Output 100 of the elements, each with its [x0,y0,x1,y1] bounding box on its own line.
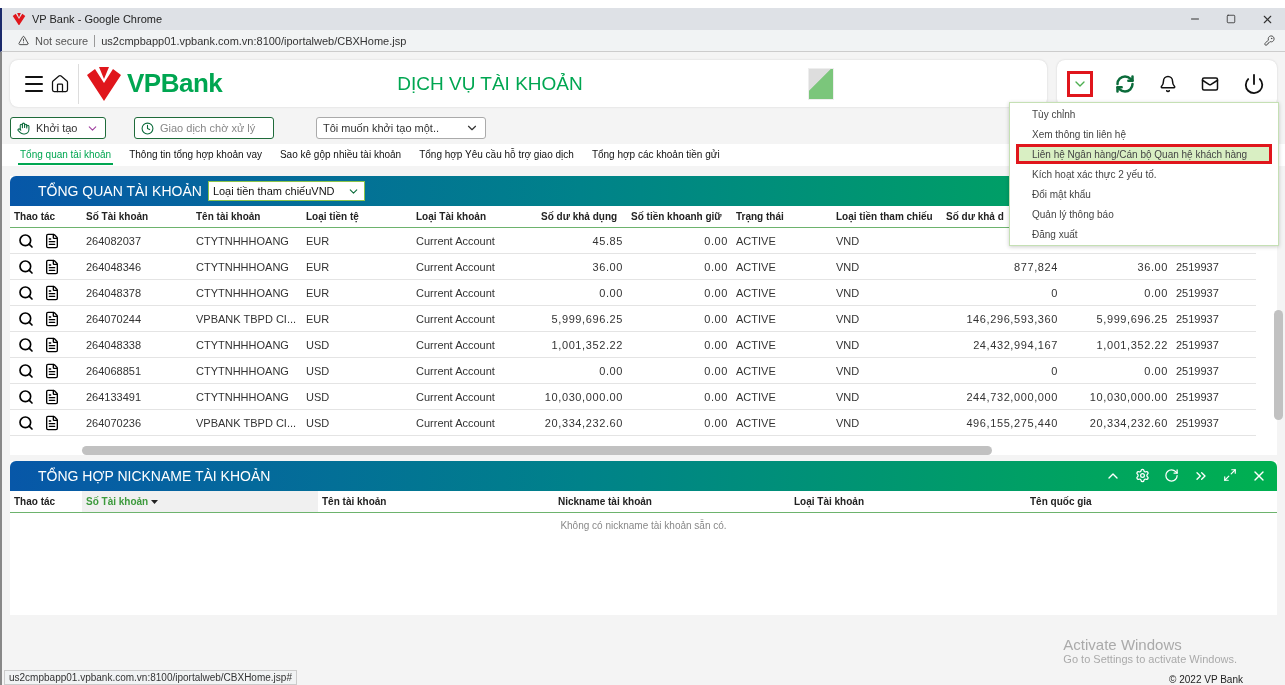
tab[interactable]: Tổng hợp các khoản tiền gửi [589,145,722,165]
table-cell: VND [832,280,942,306]
table-cell: VPBANK TBPD CI... [192,306,302,332]
search-icon[interactable] [18,362,34,379]
menu-item[interactable]: Kích hoạt xác thực 2 yếu tố. [1010,164,1278,184]
document-icon[interactable] [44,388,60,405]
create-select[interactable]: Tôi muốn khởi tạo một.. [316,117,486,139]
column-header: Tên tài khoản [192,206,302,228]
table-cell: 5,999,696.25 [1062,306,1172,332]
column-header[interactable]: Tên tài khoản [318,491,554,513]
search-icon[interactable] [18,388,34,405]
table-cell: 264048378 [82,280,192,306]
document-icon[interactable] [44,362,60,379]
home-icon [50,73,70,94]
table-cell: EUR [302,280,412,306]
table-cell: 264070244 [82,306,192,332]
column-header[interactable]: Loại Tài khoản [790,491,1026,513]
table-cell: 2519937 [1172,332,1256,358]
maximize-icon [1226,14,1236,24]
table-cell: 2519937 [1172,384,1256,410]
status-url: us2cmpbapp01.vpbank.com.vn:8100/iportalweb/CBXHome.jsp# [4,670,297,685]
column-header: Số Tài khoản [82,206,192,228]
table-cell: CTYTNHHHOANG [192,228,302,254]
table-cell: USD [302,358,412,384]
table-cell: 0 [942,280,1062,306]
currency-select[interactable]: Loại tiền tham chiếuVND [207,181,365,201]
table-cell: USD [302,410,412,436]
search-icon[interactable] [18,336,34,353]
column-header[interactable]: Nickname tài khoản [554,491,790,513]
table-cell: EUR [302,306,412,332]
table-cell: Current Account [412,332,537,358]
column-header: Thao tác [10,206,82,228]
table-cell: 0.00 [1062,358,1172,384]
empty-message: Không có nickname tài khoản sẵn có. [560,520,727,531]
table-cell: CTYTNHHHOANG [192,332,302,358]
table-cell: CTYTNHHHOANG [192,280,302,306]
document-icon[interactable] [44,336,60,353]
bell-icon [1159,74,1177,93]
table-cell: 2519937 [1172,306,1256,332]
tab[interactable]: Tổng hợp Yêu cầu hỗ trợ giao dịch [417,145,576,165]
document-icon[interactable] [44,232,60,249]
activation-hint: Go to Settings to activate Windows. [1063,653,1237,665]
tab[interactable]: Thông tin tổng hợp khoản vay [127,145,264,165]
dropdown-button[interactable] [1067,70,1093,97]
table-cell: CTYTNHHHOANG [192,358,302,384]
clock-icon [141,121,154,135]
table-cell: 0.00 [627,280,732,306]
document-icon[interactable] [44,414,60,431]
search-icon[interactable] [18,284,34,301]
search-icon[interactable] [18,258,34,275]
expand-icon[interactable] [1223,468,1237,482]
table-cell: 20,334,232.60 [537,410,627,436]
document-icon[interactable] [44,258,60,275]
table-cell: 10,030,000.00 [1062,384,1172,410]
column-header: Trạng thái [732,206,832,228]
table-cell: 0.00 [627,410,732,436]
table-cell: 0.00 [627,384,732,410]
table-cell: Current Account [412,410,537,436]
menu-item[interactable]: Xem thông tin liên hệ [1010,124,1278,144]
search-icon[interactable] [18,310,34,327]
document-icon[interactable] [44,284,60,301]
table-cell: 496,155,275,440 [942,410,1062,436]
search-icon[interactable] [18,414,34,431]
table-cell: 0.00 [627,254,732,280]
horizontal-scrollbar[interactable] [82,446,992,455]
column-header: Loại tiền tệ [302,206,412,228]
table-cell: VND [832,332,942,358]
menu-item[interactable]: Đổi mật khẩu [1010,184,1278,204]
mail-icon [1201,74,1219,93]
table-cell: 2519937 [1172,358,1256,384]
refresh-icon[interactable] [1164,468,1179,483]
table-cell: ACTIVE [732,306,832,332]
pending-transactions-field[interactable]: Giao dịch chờ xử lý [134,117,274,139]
table-cell: VND [832,410,942,436]
table-cell: 5,999,696.25 [537,306,627,332]
logo-icon [12,12,26,26]
table-cell: CTYTNHHHOANG [192,254,302,280]
menu-item[interactable]: Liên hệ Ngân hàng/Cán bộ Quan hệ khách hàng [1016,144,1272,164]
table-cell: 2519937 [1172,280,1256,306]
vertical-scrollbar[interactable] [1274,310,1283,420]
document-icon[interactable] [44,310,60,327]
security-label: Not secure [35,34,96,47]
column-header: Số tiền khoanh giữ [627,206,732,228]
copyright-text: © 2022 VP Bank [1169,674,1243,685]
table-cell: 0.00 [627,332,732,358]
create-dropdown[interactable]: Khởi tạo [10,117,106,139]
column-header[interactable]: Tên quốc gia [1026,491,1277,513]
table-cell: USD [302,332,412,358]
address-url[interactable]: us2cmpbapp01.vpbank.com.vn:8100/iportalweb/CBXHome.jsp [101,34,407,47]
hand-icon [17,121,30,135]
menu-item[interactable]: Tùy chỉnh [1010,104,1278,124]
table-cell: USD [302,384,412,410]
page-title: DỊCH VỤ TÀI KHOẢN [397,72,583,95]
tab[interactable]: Sao kê gộp nhiều tài khoản [277,145,404,165]
table-cell: Current Account [412,228,537,254]
key-icon[interactable] [1264,35,1275,46]
search-icon[interactable] [18,232,34,249]
table-cell: ACTIVE [732,384,832,410]
table-cell: 1,001,352.22 [1062,332,1172,358]
settings-icon[interactable] [1135,468,1150,483]
